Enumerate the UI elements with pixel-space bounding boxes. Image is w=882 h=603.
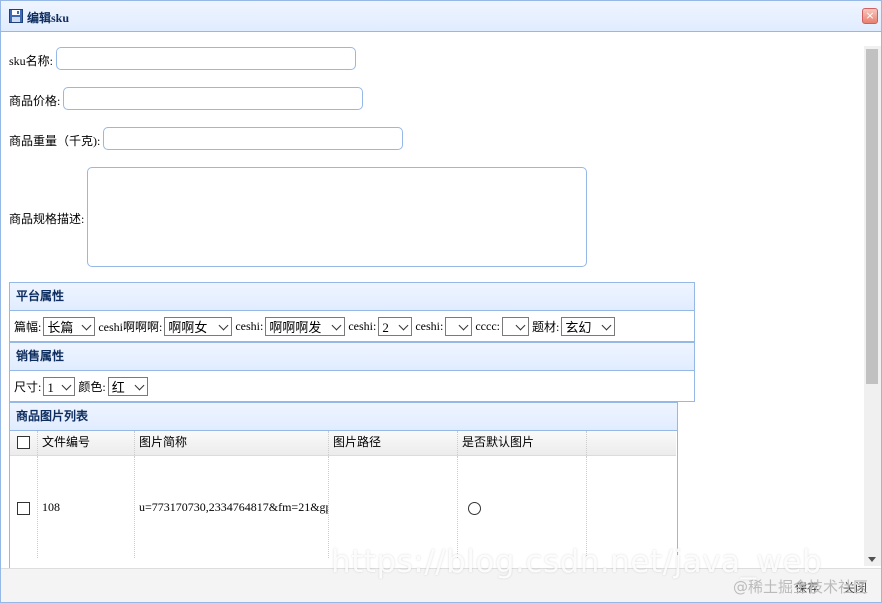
watermark-community: @稀土掘金技术社区 xyxy=(733,578,869,596)
col-default[interactable]: 是否默认图片 xyxy=(458,431,587,455)
cell-path xyxy=(329,456,458,558)
scrollbar-thumb[interactable] xyxy=(866,49,878,384)
col-path[interactable]: 图片路径 xyxy=(329,431,458,455)
image-grid-header: 文件编号 图片简称 图片路径 是否默认图片 xyxy=(10,431,676,456)
sale-attrs-panel: 销售属性 尺寸: 1 颜色: 红 xyxy=(9,342,695,402)
scroll-down-arrow-icon[interactable] xyxy=(868,557,876,562)
image-grid: 文件编号 图片简称 图片路径 是否默认图片 108 u=773170730,23… xyxy=(10,431,676,558)
sku-name-label: sku名称: xyxy=(9,54,54,68)
attr-label: ceshi啊啊啊: xyxy=(98,320,163,334)
chevron-down-icon xyxy=(398,320,409,331)
attr-label: 尺寸: xyxy=(14,380,42,394)
table-row[interactable]: 108 u=773170730,2334764817&fm=21&gp xyxy=(10,456,676,558)
close-icon[interactable]: × xyxy=(862,8,878,24)
chevron-down-icon xyxy=(331,320,342,331)
attr-select-ceshi-aaa[interactable]: 啊啊女 xyxy=(164,317,233,336)
image-list-title: 商品图片列表 xyxy=(10,403,677,431)
chevron-down-icon xyxy=(218,320,229,331)
chevron-down-icon xyxy=(601,320,612,331)
attr-select-pianfu[interactable]: 长篇 xyxy=(43,317,96,336)
attr-select-value: 长篇 xyxy=(47,320,74,335)
attr-label: ceshi: xyxy=(348,319,377,333)
cell-file-id: 108 xyxy=(38,456,135,558)
sku-name-input[interactable] xyxy=(56,47,356,70)
weight-label: 商品重量（千克): xyxy=(9,134,101,148)
save-disk-icon xyxy=(9,9,23,23)
default-image-radio[interactable] xyxy=(468,501,481,515)
row-checkbox[interactable] xyxy=(17,501,30,515)
col-file-id[interactable]: 文件编号 xyxy=(38,431,135,455)
attr-select-ceshi-3[interactable] xyxy=(445,317,473,336)
attr-select-ceshi-1[interactable]: 啊啊啊发 xyxy=(265,317,346,336)
select-all-cell xyxy=(10,431,38,455)
attr-select-ceshi-2[interactable]: 2 xyxy=(378,317,413,336)
attr-label: cccc: xyxy=(475,319,500,333)
platform-attrs-title: 平台属性 xyxy=(10,283,694,311)
chevron-down-icon xyxy=(458,320,469,331)
dialog-body: sku名称: 商品价格: 商品重量（千克): 商品规格描述: 平台属性 篇幅: 长… xyxy=(1,32,881,602)
price-label: 商品价格: xyxy=(9,94,61,108)
attr-select-value: 2 xyxy=(382,320,389,335)
attr-select-value: 玄幻 xyxy=(565,320,592,335)
chevron-down-icon xyxy=(515,320,526,331)
sale-select-size[interactable]: 1 xyxy=(43,377,76,396)
select-all-checkbox[interactable] xyxy=(17,436,30,449)
attr-label: 篇幅: xyxy=(14,320,42,334)
row-checkbox-cell xyxy=(10,456,38,558)
dialog-titlebar[interactable]: 编辑sku × xyxy=(1,1,881,32)
col-short-name[interactable]: 图片简称 xyxy=(135,431,329,455)
cell-short-name: u=773170730,2334764817&fm=21&gp xyxy=(135,456,329,558)
attr-label: ceshi: xyxy=(415,319,444,333)
attr-select-ticai[interactable]: 玄幻 xyxy=(561,317,616,336)
platform-attrs-panel: 平台属性 篇幅: 长篇 ceshi啊啊啊: 啊啊女 ceshi: 啊啊啊发 ceshi… xyxy=(9,282,695,342)
attr-select-value: 1 xyxy=(47,380,54,395)
vertical-scrollbar[interactable] xyxy=(864,46,881,566)
attr-select-cccc[interactable] xyxy=(501,317,529,336)
weight-input[interactable] xyxy=(103,127,403,150)
chevron-down-icon xyxy=(61,380,72,391)
attr-select-value: 红 xyxy=(111,380,125,395)
attr-label: 题材: xyxy=(531,320,560,334)
watermark-url: https://blog.csdn.net/java_web xyxy=(331,544,823,580)
price-input[interactable] xyxy=(63,87,363,110)
cell-default xyxy=(458,456,587,558)
sale-attrs-row: 尺寸: 1 颜色: 红 xyxy=(14,377,148,396)
sale-attrs-title: 销售属性 xyxy=(10,343,694,371)
attr-select-value: 啊啊啊发 xyxy=(269,320,322,335)
spec-desc-textarea[interactable] xyxy=(87,167,587,267)
attr-select-value: 啊啊女 xyxy=(168,320,208,335)
edit-sku-dialog: 编辑sku × sku名称: 商品价格: 商品重量（千克): 商品规格描述: 平… xyxy=(0,0,882,603)
chevron-down-icon xyxy=(81,320,92,331)
dialog-title: 编辑sku xyxy=(27,11,70,25)
spec-desc-label: 商品规格描述: xyxy=(9,212,85,226)
sale-select-color[interactable]: 红 xyxy=(107,377,148,396)
chevron-down-icon xyxy=(134,380,145,391)
attr-label: ceshi: xyxy=(235,319,264,333)
attr-label: 颜色: xyxy=(78,380,106,394)
platform-attrs-row: 篇幅: 长篇 ceshi啊啊啊: 啊啊女 ceshi: 啊啊啊发 ceshi: 2 ce… xyxy=(14,317,616,336)
